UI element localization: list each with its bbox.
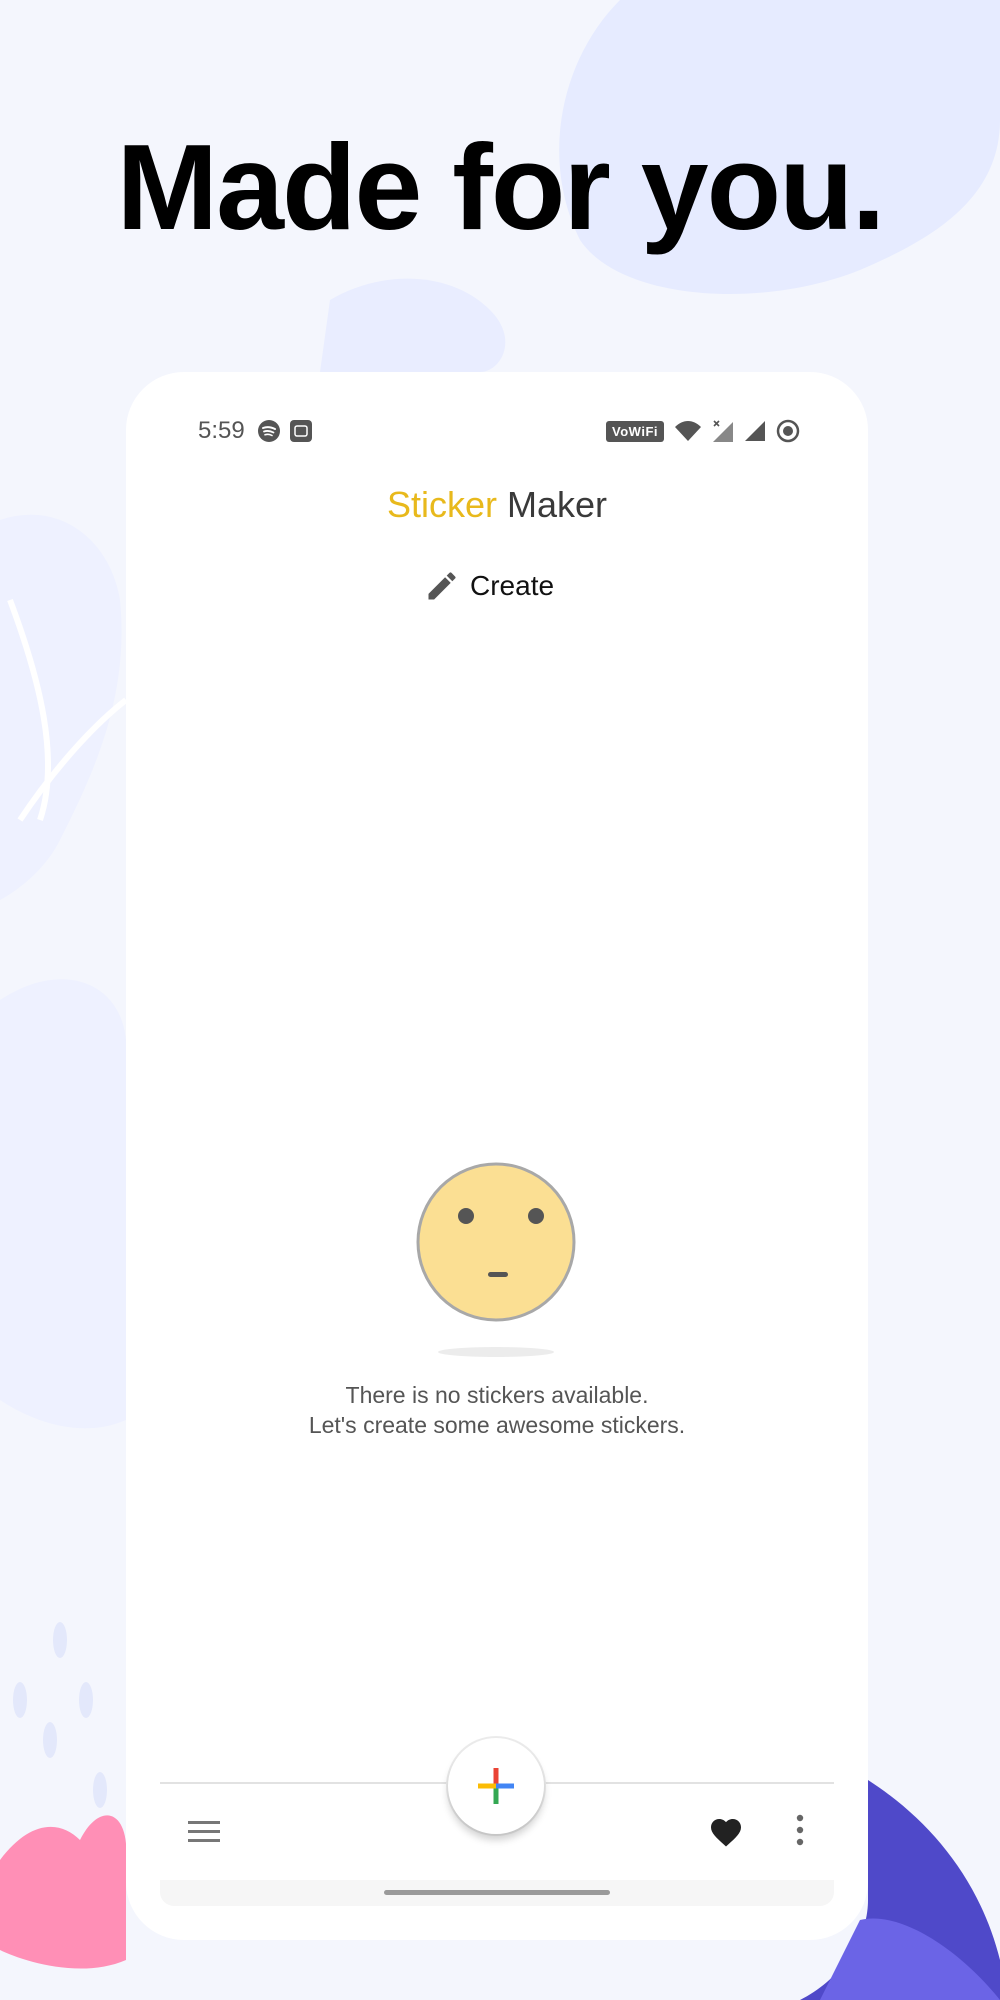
more-options-button[interactable] [794,1814,806,1851]
add-sticker-fab[interactable] [448,1738,544,1834]
pencil-icon [428,572,456,600]
app-title-maker: Maker [507,484,608,525]
app-notification-icon [289,420,312,442]
app-title-sticker: Sticker [386,484,497,525]
more-vert-icon [796,1814,804,1846]
empty-state-line1: There is no stickers available. [345,1382,649,1408]
app-title: Sticker Maker [126,484,868,526]
spotify-icon [257,420,280,442]
plus-icon [478,1768,514,1804]
vowifi-badge: VoWiFi [606,420,664,442]
phone-screen: 5:59 VoWiFi Sticker Maker Create There i… [126,372,868,1940]
empty-state-message: There is no stickers available. Let's cr… [126,1380,868,1440]
signal-x-icon [713,420,733,442]
heart-icon [711,1819,741,1847]
empty-face-illustration [416,1160,576,1360]
status-left-icons [257,419,313,443]
status-time: 5:59 [198,417,245,444]
status-right-icons: VoWiFi [606,419,800,443]
signal-icon [745,421,765,441]
record-icon [776,419,800,443]
menu-icon [188,1821,220,1842]
status-bar: 5:59 VoWiFi [198,414,800,448]
menu-button[interactable] [188,1820,220,1849]
wifi-icon [675,421,701,441]
create-label: Create [470,570,555,601]
create-button[interactable]: Create [424,568,554,604]
favorites-button[interactable] [708,1814,744,1853]
empty-state-line2: Let's create some awesome stickers. [308,1412,686,1438]
headline: Made for you. [116,119,885,255]
home-indicator[interactable] [384,1890,610,1895]
